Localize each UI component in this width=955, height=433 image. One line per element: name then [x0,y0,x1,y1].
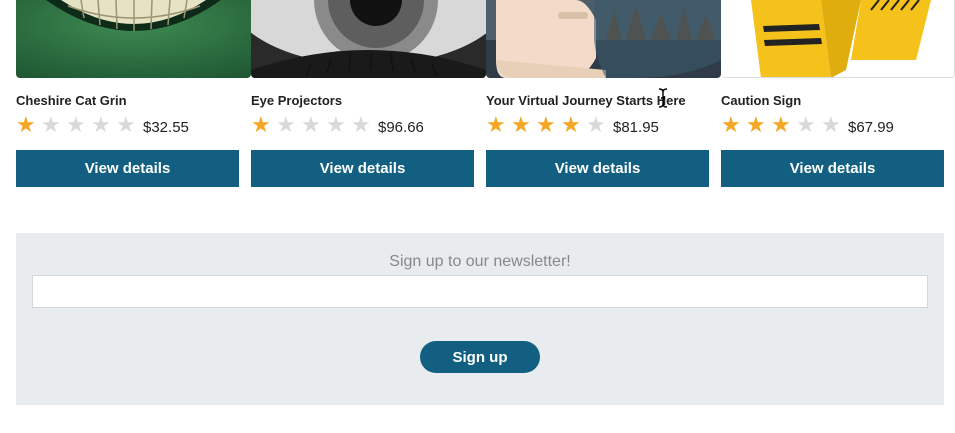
star-icon[interactable]: ★ [821,114,846,136]
star-icon[interactable]: ★ [301,114,326,136]
product-card: Caution Sign ★ ★ ★ ★ ★ $67.99 View details [721,0,955,187]
product-image-cheshire-cat[interactable] [16,0,251,78]
rating: ★ ★ ★ ★ ★ $96.66 [251,114,474,137]
star-icon[interactable]: ★ [796,114,821,136]
star-icon[interactable]: ★ [586,114,611,136]
product-grid: Cheshire Cat Grin ★ ★ ★ ★ ★ $32.55 View deta… [16,0,955,187]
star-rating: ★ ★ ★ ★ ★ [486,114,611,136]
star-icon[interactable]: ★ [486,114,511,136]
product-title[interactable]: Eye Projectors [251,93,474,108]
star-icon[interactable]: ★ [771,114,796,136]
product-image-caution-sign[interactable] [721,0,955,78]
star-icon[interactable]: ★ [326,114,351,136]
star-icon[interactable]: ★ [41,114,66,136]
text-cursor-icon [658,88,668,108]
star-icon[interactable]: ★ [511,114,536,136]
product-title[interactable]: Caution Sign [721,93,944,108]
product-title[interactable]: Cheshire Cat Grin [16,93,239,108]
product-price: $81.95 [613,119,659,136]
view-details-button[interactable]: View details [16,150,239,187]
star-rating: ★ ★ ★ ★ ★ [251,114,376,136]
newsletter-heading: Sign up to our newsletter! [389,253,571,270]
product-image-eye-projectors[interactable] [251,0,486,78]
star-icon[interactable]: ★ [351,114,376,136]
star-icon[interactable]: ★ [66,114,91,136]
product-price: $96.66 [378,119,424,136]
star-icon[interactable]: ★ [116,114,141,136]
product-card: Your Virtual Journey Starts Here ★ ★ ★ ★ ★ $… [486,0,721,187]
newsletter-section: Sign up to our newsletter! Sign up [16,233,944,405]
product-title[interactable]: Your Virtual Journey Starts Here [486,93,709,108]
product-card: Eye Projectors ★ ★ ★ ★ ★ $96.66 View details [251,0,486,187]
star-rating: ★ ★ ★ ★ ★ [16,114,141,136]
sign-up-button[interactable]: Sign up [420,341,540,373]
view-details-button[interactable]: View details [251,150,474,187]
star-icon[interactable]: ★ [16,114,41,136]
star-icon[interactable]: ★ [276,114,301,136]
view-details-button[interactable]: View details [486,150,709,187]
rating: ★ ★ ★ ★ ★ $81.95 [486,114,709,137]
product-price: $32.55 [143,119,189,136]
newsletter-email-input[interactable] [32,275,928,308]
rating: ★ ★ ★ ★ ★ $67.99 [721,114,944,137]
star-rating: ★ ★ ★ ★ ★ [721,114,846,136]
star-icon[interactable]: ★ [721,114,746,136]
product-image-virtual-journey[interactable] [486,0,721,78]
rating: ★ ★ ★ ★ ★ $32.55 [16,114,239,137]
star-icon[interactable]: ★ [251,114,276,136]
star-icon[interactable]: ★ [561,114,586,136]
product-price: $67.99 [848,119,894,136]
star-icon[interactable]: ★ [536,114,561,136]
star-icon[interactable]: ★ [746,114,771,136]
view-details-button[interactable]: View details [721,150,944,187]
product-card: Cheshire Cat Grin ★ ★ ★ ★ ★ $32.55 View deta… [16,0,251,187]
star-icon[interactable]: ★ [91,114,116,136]
